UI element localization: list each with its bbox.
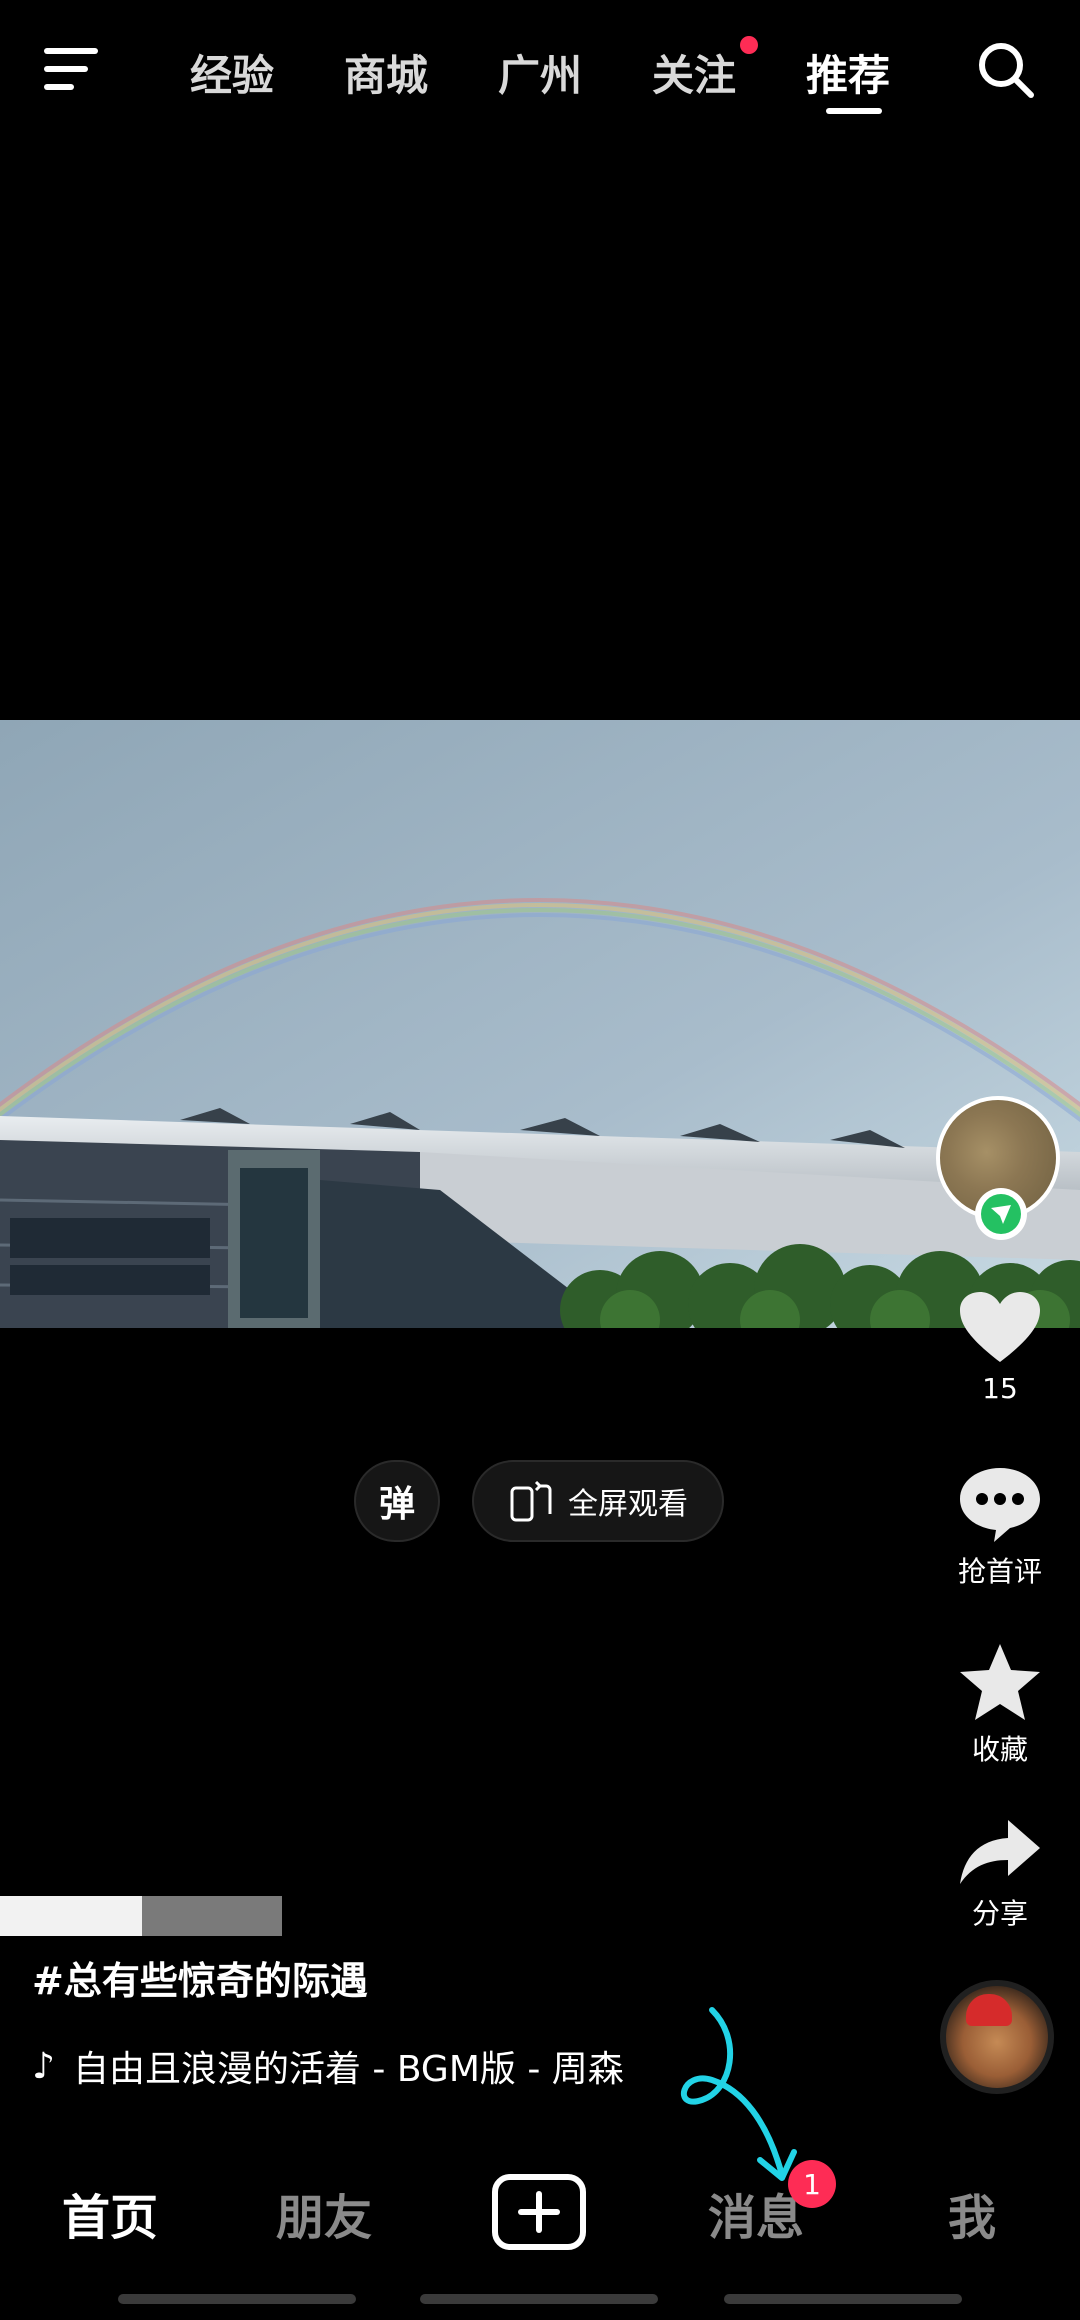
comment-icon <box>960 1468 1040 1542</box>
music-title: 自由且浪漫的活着 - BGM版 - 周森 <box>72 2049 624 2090</box>
disc-artwork <box>966 1994 1012 2026</box>
gesture-bar-center <box>420 2294 658 2304</box>
username-redacted[interactable] <box>0 1896 282 1936</box>
music-note-icon: ♪ <box>32 2045 55 2087</box>
nav-me[interactable]: 我 <box>948 2178 996 2248</box>
search-icon[interactable] <box>976 40 1036 100</box>
star-icon <box>960 1644 1040 1720</box>
tab-experience[interactable]: 经验 <box>190 42 274 103</box>
rainbow-building-scene <box>0 720 1080 1328</box>
music-info[interactable]: ♪ 自由且浪漫的活着 - BGM版 - 周森 <box>32 2040 624 2092</box>
gesture-bar-right <box>724 2294 962 2304</box>
menu-icon[interactable] <box>44 44 104 94</box>
tab-guangzhou[interactable]: 广州 <box>498 42 582 103</box>
like-count: 15 <box>982 1372 1018 1405</box>
gesture-bar-left <box>118 2294 356 2304</box>
tab-recommended[interactable]: 推荐 <box>806 42 890 103</box>
danmu-label: 弹 <box>378 1484 415 1525</box>
like-action[interactable]: 15 <box>940 1290 1060 1405</box>
share-action[interactable]: 分享 <box>940 1818 1060 1932</box>
share-arrow-icon <box>960 1820 1040 1884</box>
messages-badge: 1 <box>788 2160 836 2208</box>
comment-label: 抢首评 <box>957 1555 1042 1588</box>
favorite-label: 收藏 <box>971 1733 1028 1766</box>
fullscreen-button[interactable]: 全屏观看 <box>472 1460 724 1542</box>
tab-mall[interactable]: 商城 <box>344 42 428 103</box>
fullscreen-label: 全屏观看 <box>568 1487 688 1522</box>
paper-plane-icon <box>981 1194 1021 1234</box>
active-tab-indicator <box>826 108 882 114</box>
share-label: 分享 <box>971 1897 1028 1930</box>
rotate-screen-icon <box>510 1480 552 1522</box>
danmu-toggle-button[interactable]: 弹 <box>354 1460 440 1542</box>
video-frame[interactable] <box>0 720 1080 1328</box>
comment-action[interactable]: 抢首评 <box>940 1464 1060 1590</box>
create-post-button[interactable] <box>492 2174 586 2250</box>
music-disc[interactable] <box>940 1980 1054 2094</box>
favorite-action[interactable]: 收藏 <box>940 1642 1060 1768</box>
follow-badge[interactable] <box>975 1188 1027 1240</box>
top-nav: 经验 商城 广州 关注 推荐 <box>0 0 1080 140</box>
following-notification-dot <box>740 36 758 54</box>
nav-friends[interactable]: 朋友 <box>276 2178 372 2248</box>
heart-icon <box>960 1292 1040 1362</box>
tab-following[interactable]: 关注 <box>652 42 736 103</box>
post-caption[interactable]: #总有些惊奇的际遇 <box>32 1950 368 2005</box>
bottom-nav: 首页 朋友 消息 我 <box>0 2160 1080 2270</box>
nav-home[interactable]: 首页 <box>62 2178 158 2248</box>
